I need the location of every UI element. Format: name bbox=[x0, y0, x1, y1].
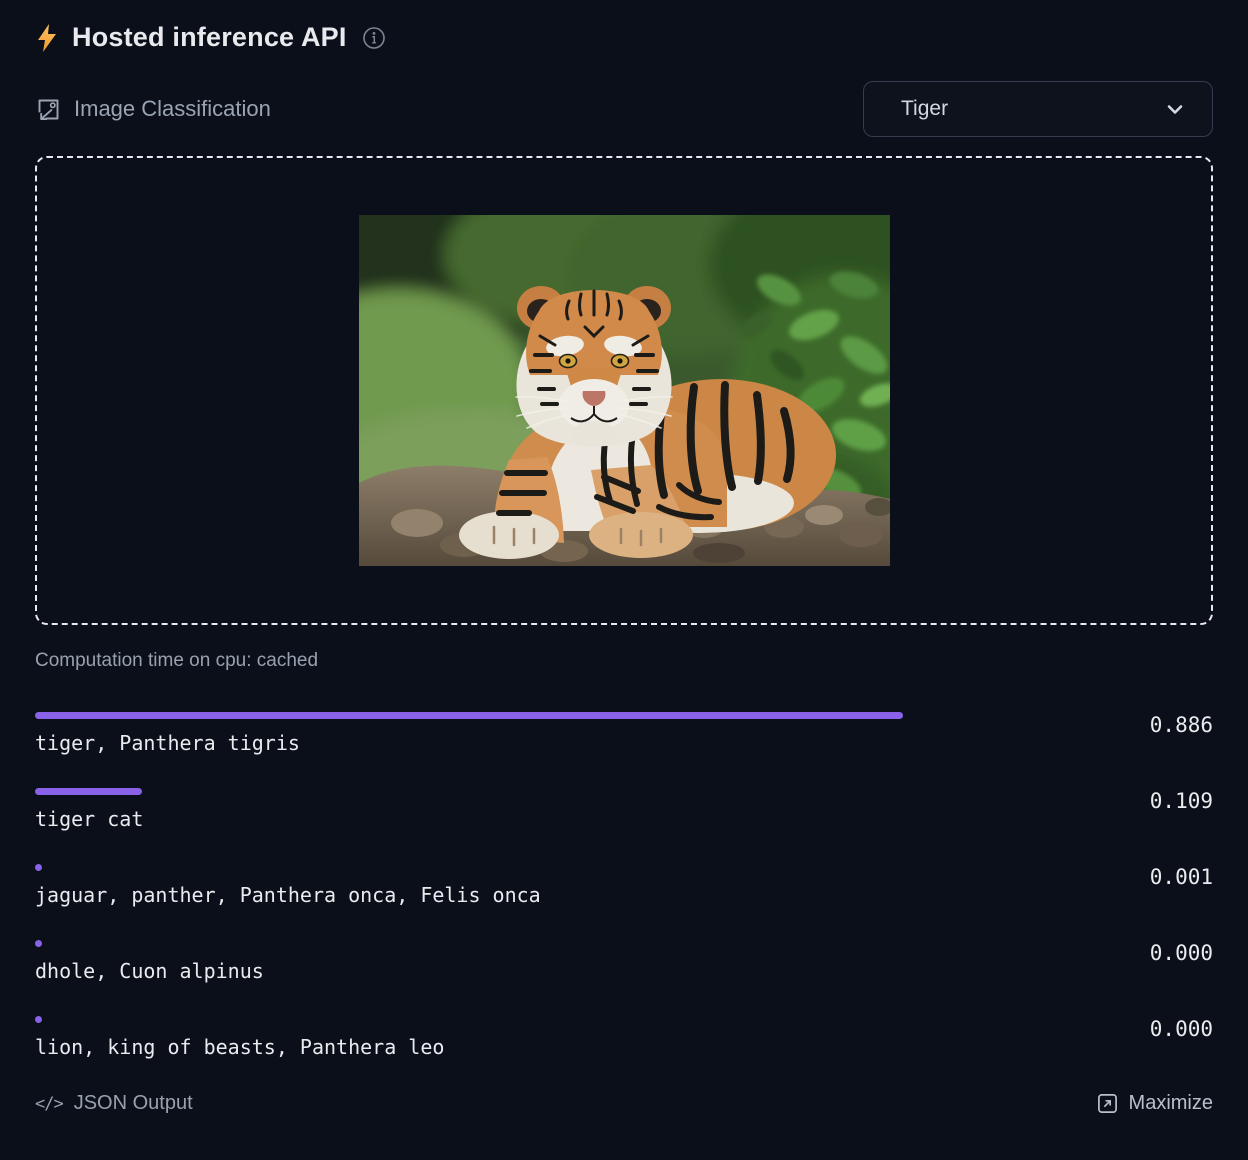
maximize-icon bbox=[1097, 1093, 1118, 1114]
computation-time: Computation time on cpu: cached bbox=[35, 650, 1213, 672]
result-label: tiger, Panthera tigris bbox=[35, 731, 1213, 755]
result-row: tiger cat0.109 bbox=[35, 788, 1213, 831]
code-icon: </> bbox=[35, 1094, 63, 1114]
results-list: tiger, Panthera tigris0.886 tiger cat0.10… bbox=[35, 712, 1213, 1059]
result-row: lion, king of beasts, Panthera leo0.000 bbox=[35, 1016, 1213, 1059]
model-selector-dropdown[interactable]: Tiger bbox=[863, 81, 1213, 137]
result-label: lion, king of beasts, Panthera leo bbox=[35, 1035, 1213, 1059]
result-score: 0.886 bbox=[1150, 713, 1213, 737]
info-icon[interactable] bbox=[362, 26, 386, 50]
widget-header: Hosted inference API bbox=[35, 22, 1213, 53]
result-label: tiger cat bbox=[35, 807, 1213, 831]
tiger-image bbox=[359, 215, 890, 566]
result-score: 0.000 bbox=[1150, 941, 1213, 965]
result-row: jaguar, panther, Panthera onca, Felis on… bbox=[35, 864, 1213, 907]
image-dropzone[interactable] bbox=[35, 156, 1213, 625]
task-row: Image Classification Tiger bbox=[35, 81, 1213, 137]
result-score: 0.109 bbox=[1150, 789, 1213, 813]
score-bar bbox=[35, 1016, 42, 1023]
result-score: 0.001 bbox=[1150, 865, 1213, 889]
result-row: dhole, Cuon alpinus0.000 bbox=[35, 940, 1213, 983]
result-row: tiger, Panthera tigris0.886 bbox=[35, 712, 1213, 755]
score-bar bbox=[35, 940, 42, 947]
json-output-button[interactable]: </> JSON Output bbox=[35, 1092, 193, 1115]
score-bar bbox=[35, 864, 42, 871]
model-selector-value: Tiger bbox=[901, 97, 948, 121]
image-classification-icon bbox=[35, 96, 62, 123]
lightning-icon bbox=[35, 23, 59, 53]
score-bar-track bbox=[35, 940, 1015, 947]
widget-footer: </> JSON Output Maximize bbox=[35, 1092, 1213, 1115]
score-bar bbox=[35, 712, 903, 719]
result-label: dhole, Cuon alpinus bbox=[35, 959, 1213, 983]
score-bar-track bbox=[35, 1016, 1015, 1023]
score-bar-track bbox=[35, 788, 1015, 795]
task-label: Image Classification bbox=[35, 96, 271, 123]
score-bar-track bbox=[35, 864, 1015, 871]
maximize-label: Maximize bbox=[1129, 1092, 1213, 1115]
result-label: jaguar, panther, Panthera onca, Felis on… bbox=[35, 883, 1213, 907]
json-output-label: JSON Output bbox=[74, 1092, 193, 1115]
result-score: 0.000 bbox=[1150, 1017, 1213, 1041]
score-bar bbox=[35, 788, 142, 795]
score-bar-track bbox=[35, 712, 1015, 719]
task-name: Image Classification bbox=[74, 96, 271, 122]
chevron-down-icon bbox=[1163, 97, 1187, 121]
maximize-button[interactable]: Maximize bbox=[1097, 1092, 1213, 1115]
hosted-inference-widget: Hosted inference API Image Classificatio… bbox=[0, 0, 1248, 1160]
page-title: Hosted inference API bbox=[72, 22, 347, 53]
